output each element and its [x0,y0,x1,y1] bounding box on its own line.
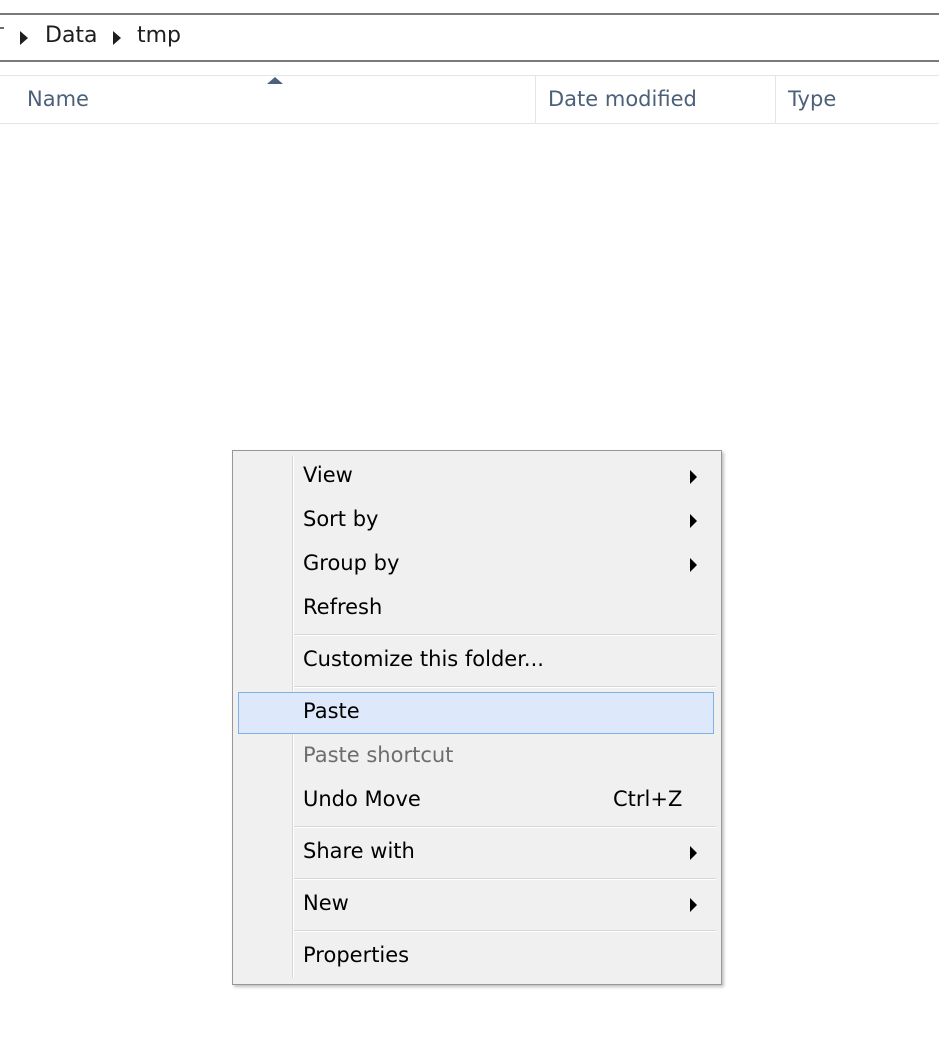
menu-item-label: Customize this folder... [303,647,544,671]
menu-item-label: Paste shortcut [303,743,454,767]
menu-item-shortcut: Ctrl+Z [613,787,683,811]
menu-item-label: Properties [303,943,410,967]
submenu-arrow-icon [690,514,697,528]
menu-item-paste-shortcut: Paste shortcut [238,736,714,778]
explorer-window: Data tmp Name Date modified Type View So… [0,0,939,1043]
menu-item-label: Paste [303,699,360,723]
menu-item-customize-folder[interactable]: Customize this folder... [238,640,714,682]
breadcrumb-item-tmp[interactable]: tmp [137,23,181,48]
menu-item-properties[interactable]: Properties [238,936,714,978]
menu-item-group-by[interactable]: Group by [238,544,714,586]
menu-item-paste[interactable]: Paste [238,692,714,734]
breadcrumb-chevron-icon[interactable] [113,31,121,45]
address-bar[interactable]: Data tmp [0,13,939,62]
column-header-date-modified[interactable]: Date modified [548,76,697,123]
menu-item-label: Share with [303,839,415,863]
menu-item-label: Refresh [303,595,383,619]
menu-separator [294,634,716,636]
column-header-row: Name Date modified Type [0,75,939,124]
address-bar-edge-icon [0,27,4,35]
menu-item-label: Group by [303,551,400,575]
column-header-name[interactable]: Name [27,76,89,123]
menu-item-label: New [303,891,349,915]
menu-item-sort-by[interactable]: Sort by [238,500,714,542]
submenu-arrow-icon [690,558,697,572]
menu-item-share-with[interactable]: Share with [238,832,714,874]
menu-item-undo-move[interactable]: Undo Move Ctrl+Z [238,780,714,822]
menu-separator [294,878,716,880]
submenu-arrow-icon [690,898,697,912]
menu-separator [294,826,716,828]
submenu-arrow-icon [690,470,697,484]
menu-item-refresh[interactable]: Refresh [238,588,714,630]
menu-item-label: Sort by [303,507,379,531]
menu-item-label: Undo Move [303,787,421,811]
sort-ascending-icon [267,77,283,84]
menu-separator [294,930,716,932]
menu-item-label: View [303,463,353,487]
column-divider[interactable] [535,76,536,123]
menu-item-new[interactable]: New [238,884,714,926]
breadcrumb-chevron-icon[interactable] [20,31,28,45]
submenu-arrow-icon [690,846,697,860]
breadcrumb-item-data[interactable]: Data [45,23,98,48]
menu-separator [294,686,716,688]
menu-item-view[interactable]: View [238,456,714,498]
column-divider[interactable] [775,76,776,123]
column-header-type[interactable]: Type [788,76,836,123]
context-menu: View Sort by Group by Refresh Customize … [232,450,722,985]
